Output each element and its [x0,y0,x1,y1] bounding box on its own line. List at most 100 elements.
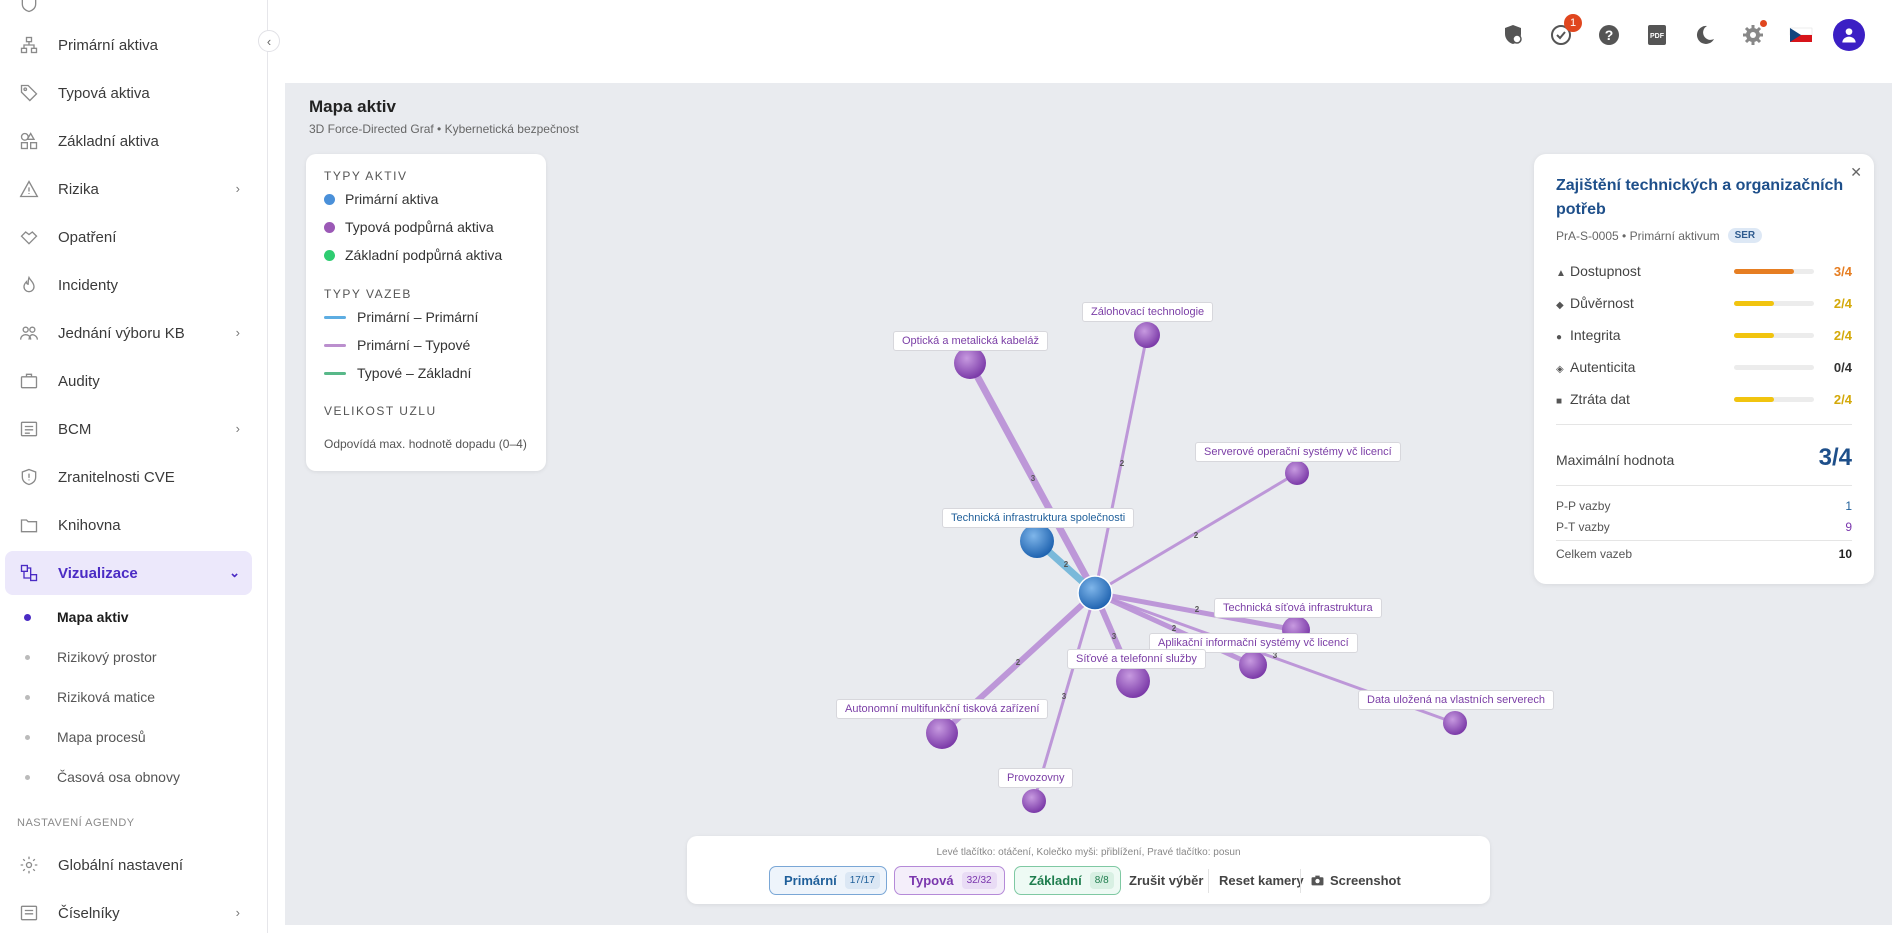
sidebar-item-audits[interactable]: Audity [5,359,252,403]
asset-meta: PrA-S-0005 • Primární aktivum SER [1556,228,1763,243]
node-zal[interactable] [1134,322,1160,348]
metric-value: 2/4 [1833,327,1852,343]
metric-bar-fill [1734,396,1774,402]
notification-badge: 1 [1564,14,1582,32]
fire-icon [18,274,40,296]
sidebar-item-basic-assets[interactable]: Základní aktiva [5,119,252,163]
sidebar-item-codelists[interactable]: Číselníky › [5,891,252,933]
sidebar-item-incidents[interactable]: Incidenty [5,263,252,307]
stat-label: P-P vazby [1556,499,1611,513]
sidebar-item-visualization[interactable]: Vizualizace ⌄ [5,551,252,595]
legend-swatch [324,343,346,347]
link-value: 3 [1031,474,1036,483]
security-shield-icon[interactable] [1498,20,1528,50]
node-hub[interactable] [1077,575,1113,611]
clear-selection-button[interactable]: Zrušit výběr [1129,873,1203,888]
metric-value: 3/4 [1833,263,1852,279]
screenshot-button[interactable]: Screenshot [1311,873,1401,888]
controls-hint: Levé tlačítko: otáčení, Kolečko myši: př… [936,847,1241,858]
filter-count: 32/32 [961,872,997,889]
sidebar-subitem-process-map[interactable]: Mapa procesů [0,721,250,753]
sidebar-item-cve[interactable]: Zranitelnosti CVE [5,455,252,499]
reset-camera-button[interactable]: Reset kamery [1219,873,1304,888]
node-label: Data uložená na vlastních serverech [1358,690,1554,710]
sidebar-subitem-risk-matrix[interactable]: Riziková matice [0,681,250,713]
node-dat[interactable] [1443,711,1467,735]
graph-links [939,334,1456,802]
sidebar-subitem-recovery-timeline[interactable]: Časová osa obnovy [0,761,250,793]
sidebar-item-label: Audity [58,372,100,390]
filter-label: Základní [1029,873,1082,888]
filter-basic-button[interactable]: Základní 8/8 [1014,866,1121,895]
sidebar-subitem-label: Riziková matice [57,689,156,705]
node-apl[interactable] [1239,651,1267,679]
node-aut[interactable] [926,717,958,749]
divider [1208,869,1209,893]
legend-label: Primární aktiva [345,191,439,207]
legend-swatch [324,371,346,375]
legend-item: Základní podpůrná aktiva [324,247,502,263]
node-tis[interactable] [1020,524,1054,558]
task-check-icon[interactable]: 1 [1546,14,1582,50]
sidebar-item-typed-assets[interactable]: Typová aktiva [5,71,252,115]
sidebar-subitem-risk-space[interactable]: Rizikový prostor [0,641,250,673]
stat-value: 1 [1845,499,1852,513]
metric-bar-fill [1734,268,1794,274]
node-label: Technická infrastruktura společnosti [942,508,1135,528]
node-label: Optická a metalická kabeláž [893,331,1048,351]
diagram-icon [18,562,40,584]
sidebar-item-label: Základní aktiva [58,132,159,150]
circle-icon: ● [1556,332,1563,343]
triangle-icon: ▲ [1556,268,1566,279]
metric-bar-fill [1734,300,1774,306]
node-srv[interactable] [1285,461,1309,485]
sidebar-item-primary-assets[interactable]: Primární aktiva [5,23,252,67]
shield-icon [18,0,40,15]
chevron-right-icon: › [235,181,240,196]
czech-flag-icon[interactable] [1786,20,1816,50]
node-okab[interactable] [954,347,986,379]
settings-icon[interactable] [1738,20,1768,50]
metric-value: 2/4 [1833,391,1852,407]
node-sit[interactable] [1116,664,1150,698]
legend-label: Primární – Typové [357,337,471,353]
stat-value: 10 [1838,547,1852,561]
sidebar-subitem-label: Mapa aktiv [57,609,129,625]
legend-size-note: Odpovídá max. hodnotě dopadu (0–4) [324,437,527,451]
graph-nodes[interactable] [926,322,1467,813]
help-icon[interactable]: ? [1594,20,1624,50]
settings-alert-dot [1760,20,1767,27]
legend-label: Typová podpůrná aktiva [345,219,494,235]
legend-label: Primární – Primární [357,309,479,325]
sidebar-item-label: Incidenty [58,276,119,294]
sidebar-item-risks[interactable]: Rizika › [5,167,252,211]
filter-primary-button[interactable]: Primární 17/17 [769,866,887,895]
shapes-icon [18,130,40,152]
node-label: Technická síťová infrastruktura [1214,598,1382,618]
collapse-sidebar-button[interactable]: ‹ [258,30,280,52]
chevron-right-icon: › [235,421,240,436]
handshake-icon [18,226,40,248]
metric-label: Ztráta dat [1570,391,1630,407]
sidebar-item-label: Knihovna [58,516,121,534]
node-prv[interactable] [1022,789,1046,813]
bullet-dot [25,775,30,780]
user-avatar-icon[interactable] [1833,19,1865,51]
sidebar-item-label: Jednání výboru KB [58,324,185,342]
filter-typed-button[interactable]: Typová 32/32 [894,866,1005,895]
sidebar-subitem-asset-map[interactable]: Mapa aktiv [0,601,250,633]
sidebar-item-bcm[interactable]: BCM › [5,407,252,451]
metric-bar [1734,268,1814,274]
sidebar-item-committee[interactable]: Jednání výboru KB › [5,311,252,355]
sidebar-item-global-settings[interactable]: Globální nastavení [5,843,252,887]
metric-row: ◆ Důvěrnost 2/4 [1556,293,1852,313]
sidebar-item-library[interactable]: Knihovna [5,503,252,547]
max-value: 3/4 [1818,444,1852,471]
pdf-icon[interactable]: PDF [1642,20,1672,50]
sidebar-item-measures[interactable]: Opatření [5,215,252,259]
dark-mode-icon[interactable] [1690,20,1720,50]
sidebar-item-label: Globální nastavení [58,856,184,874]
close-icon[interactable]: ✕ [1850,164,1862,181]
node-label: Autonomní multifunkční tisková zařízení [836,699,1049,719]
link-value: 2 [1172,624,1177,633]
